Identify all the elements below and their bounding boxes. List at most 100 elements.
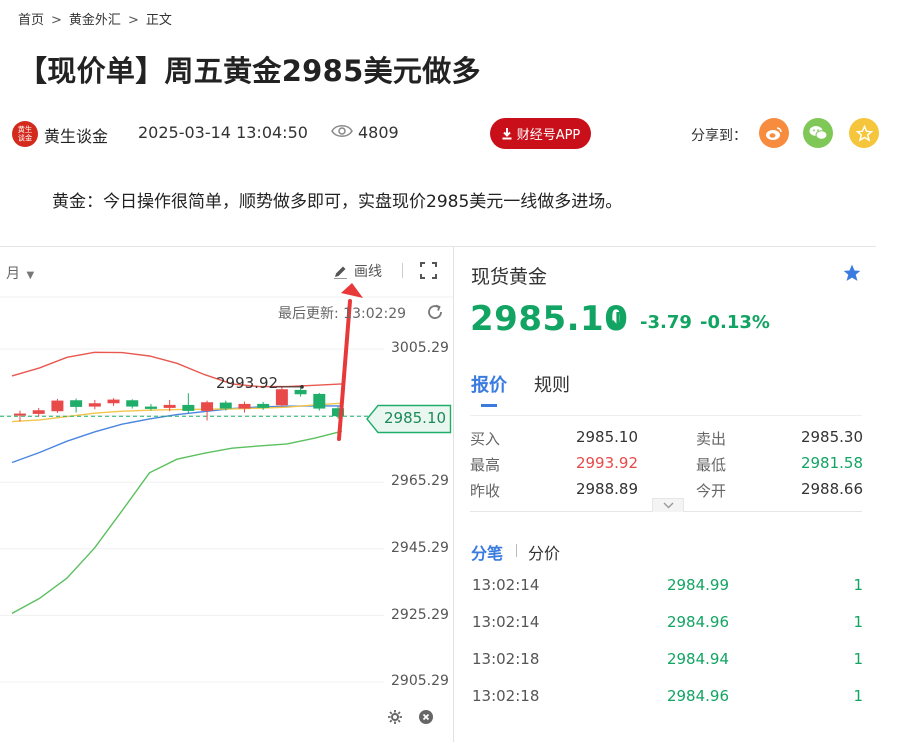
y-tick-label: 2905.29 [391, 673, 449, 689]
high-price-annotation: 2993.92 [216, 374, 279, 392]
tick-volume: 1 [853, 613, 863, 631]
refresh-icon[interactable] [426, 303, 444, 325]
share-favorite-button[interactable] [849, 118, 879, 148]
view-count: 4809 [358, 123, 399, 142]
author-name[interactable]: 黄生谈金 [44, 123, 108, 147]
breadcrumb-current: 正文 [145, 13, 172, 28]
tick-price: 2984.99 [666, 576, 729, 594]
tick-price: 2984.96 [666, 613, 729, 631]
draw-line-button[interactable]: 画线 [333, 261, 382, 281]
current-price-tag-text: 2985.10 [384, 409, 447, 427]
stat-label-prev-close: 昨收 [470, 482, 501, 500]
stat-label-low: 最低 [696, 456, 727, 474]
breadcrumb-separator: > [51, 13, 62, 28]
y-tick-label: 2925.29 [391, 607, 449, 623]
tick-time: 13:02:18 [472, 687, 540, 705]
share-wechat-button[interactable] [803, 118, 833, 148]
pen-icon [334, 266, 347, 279]
tick-time: 13:02:14 [472, 576, 540, 594]
candle-body [313, 393, 326, 409]
breadcrumb: 首页 > 黄金外汇 > 正文 [18, 9, 172, 28]
candle-body [182, 404, 195, 411]
stat-label-ask: 卖出 [696, 430, 727, 448]
stat-value-bid: 2985.10 [575, 428, 638, 446]
candle-body [126, 400, 139, 407]
tick-row: 13:02:18 2984.94 1 [470, 650, 863, 674]
price-change: -3.79 [640, 312, 692, 333]
star-icon [855, 124, 873, 142]
download-app-button[interactable]: 财经号APP [490, 118, 591, 149]
chart-panel: 月 ▼ 画线 最后更新: 13:02:29 3005.29 2965.29 29… [0, 247, 454, 742]
download-app-label: 财经号APP [516, 128, 581, 143]
download-icon [502, 128, 512, 140]
tick-row: 13:02:18 2984.96 1 [470, 687, 863, 711]
avatar-text: 黄生谈金 [17, 125, 33, 143]
annotation-arrow-head [341, 283, 363, 298]
upper-band-line [11, 351, 343, 388]
y-tick-label: 3005.29 [391, 340, 449, 356]
article-paragraph: 黄金：今日操作很简单，顺势做多即可，实盘现价2985美元一线做多进场。 [52, 192, 623, 212]
settings-icon[interactable] [387, 709, 403, 729]
toolbar-divider [402, 263, 403, 278]
share-label: 分享到： [691, 128, 747, 144]
fullscreen-icon[interactable] [420, 262, 437, 283]
stat-value-low: 2981.58 [800, 454, 863, 472]
stat-value-open: 2988.66 [800, 480, 863, 498]
breadcrumb-gold-forex[interactable]: 黄金外汇 [69, 13, 121, 28]
tick-row: 13:02:14 2984.96 1 [470, 613, 863, 637]
tab-rules[interactable]: 规则 [534, 371, 570, 397]
tick-volume: 1 [853, 650, 863, 668]
candle-body [32, 410, 45, 414]
publish-time: 2025-03-14 13:04:50 [138, 123, 308, 142]
price-change-percent: -0.13% [700, 312, 770, 333]
draw-line-label: 画线 [354, 264, 382, 280]
candle-body [51, 400, 64, 412]
subtab-ticks[interactable]: 分笔 [471, 540, 503, 564]
candle-body [201, 402, 214, 411]
subtab-divider [516, 544, 517, 557]
favorite-star-icon[interactable] [842, 263, 862, 287]
quote-widget: 月 ▼ 画线 最后更新: 13:02:29 3005.29 2965.29 29… [0, 246, 876, 742]
candle-body [144, 406, 157, 409]
tick-price: 2984.96 [666, 687, 729, 705]
candle-body [14, 413, 26, 416]
chevron-down-icon [663, 502, 673, 509]
tab-active-indicator [481, 404, 497, 407]
expand-stats-toggle[interactable] [652, 498, 684, 512]
candle-body [107, 399, 120, 404]
stat-value-ask: 2985.30 [800, 428, 863, 446]
tick-volume: 1 [853, 687, 863, 705]
share-weibo-button[interactable] [759, 118, 789, 148]
author-avatar[interactable]: 黄生谈金 [12, 121, 38, 147]
divider [470, 415, 862, 416]
subtab-prices[interactable]: 分价 [528, 540, 560, 564]
current-price: 2985.10 [470, 299, 629, 339]
candle-body [257, 403, 270, 408]
tick-time: 13:02:18 [472, 650, 540, 668]
breadcrumb-home[interactable]: 首页 [18, 13, 44, 28]
down-arrow-icon [610, 311, 626, 335]
candle-body [163, 404, 176, 408]
tick-row: 13:02:14 2984.99 1 [470, 576, 863, 600]
candle-body [70, 400, 83, 407]
candle-body [88, 403, 101, 407]
stat-label-high: 最高 [470, 456, 501, 474]
lower-band-line [11, 430, 343, 615]
breadcrumb-separator: > [127, 13, 139, 28]
eye-icon [331, 123, 353, 143]
instrument-name: 现货黄金 [471, 266, 548, 288]
candle-body [238, 403, 251, 409]
wechat-icon [809, 126, 827, 140]
period-select[interactable]: 月 ▼ [6, 263, 34, 283]
chevron-down-icon: ▼ [26, 270, 35, 281]
candle-body [294, 389, 307, 395]
stat-value-prev-close: 2988.89 [575, 480, 638, 498]
page-title: 【现价单】周五黄金2985美元做多 [18, 54, 481, 88]
high-price-marker-dot [300, 385, 304, 389]
tab-quote[interactable]: 报价 [471, 371, 507, 397]
stat-label-bid: 买入 [470, 430, 501, 448]
period-label: 月 [6, 266, 20, 282]
stat-label-open: 今开 [696, 482, 727, 500]
tick-price: 2984.94 [666, 650, 729, 668]
close-icon[interactable] [418, 709, 434, 729]
